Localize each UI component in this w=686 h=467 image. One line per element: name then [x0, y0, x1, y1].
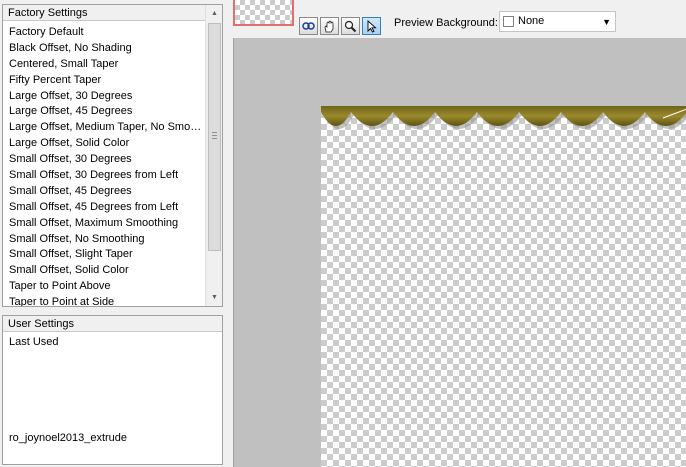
preset-item[interactable]: Large Offset, 45 Degrees — [3, 104, 206, 120]
preset-item-last-used[interactable]: Last Used — [3, 335, 222, 351]
user-settings-list[interactable]: User Settings Last Used ro_joynoel2013_e… — [2, 315, 223, 465]
preview-background-select[interactable]: None ▼ — [499, 11, 616, 32]
preview-canvas[interactable] — [321, 106, 686, 467]
magnifier-icon — [344, 20, 357, 32]
pan-button[interactable] — [320, 17, 339, 35]
ribbon-shape — [321, 106, 686, 126]
preset-item[interactable]: Centered, Small Taper — [3, 57, 206, 73]
preview-pane[interactable] — [233, 38, 686, 467]
presets-panel: Factory Settings Factory Default Black O… — [0, 0, 225, 467]
factory-list-scrollbar[interactable]: ▲ ▼ — [205, 5, 222, 306]
scroll-up-icon[interactable]: ▲ — [206, 5, 222, 22]
user-presets: Last Used — [3, 335, 222, 351]
preset-item[interactable]: Small Offset, 30 Degrees from Left — [3, 168, 206, 184]
select-button[interactable] — [362, 17, 381, 35]
zoom-fit-icon — [302, 22, 315, 30]
preset-item[interactable]: Taper to Point Above — [3, 279, 206, 295]
zoom-fit-button[interactable] — [299, 17, 318, 35]
preview-background-label: Preview Background: — [394, 17, 498, 29]
preset-item[interactable]: Small Offset, Solid Color — [3, 263, 206, 279]
factory-presets: Factory Default Black Offset, No Shading… — [3, 25, 206, 306]
factory-settings-header: Factory Settings — [3, 5, 206, 21]
user-preset-file[interactable]: ro_joynoel2013_extrude — [9, 432, 127, 444]
preview-toolbar: Preview Background: None ▼ — [233, 0, 686, 38]
preset-item[interactable]: Large Offset, Solid Color — [3, 136, 206, 152]
preset-item[interactable]: Small Offset, Slight Taper — [3, 247, 206, 263]
zoom-button[interactable] — [341, 17, 360, 35]
chevron-down-icon[interactable]: ▼ — [602, 17, 611, 27]
preset-item[interactable]: Fifty Percent Taper — [3, 73, 206, 89]
preset-item[interactable]: Small Offset, 45 Degrees from Left — [3, 200, 206, 216]
scroll-down-icon[interactable]: ▼ — [206, 289, 222, 306]
scalloped-ribbon — [321, 106, 686, 129]
scrollbar-thumb[interactable] — [208, 23, 221, 251]
preset-item[interactable]: Large Offset, 30 Degrees — [3, 89, 206, 105]
preset-item[interactable]: Taper to Point at Side — [3, 295, 206, 306]
preset-item[interactable]: Small Offset, 30 Degrees — [3, 152, 206, 168]
preset-item[interactable]: Small Offset, No Smoothing — [3, 232, 206, 248]
preset-item[interactable]: Factory Default — [3, 25, 206, 41]
user-settings-header: User Settings — [3, 316, 222, 332]
color-swatch-icon — [503, 16, 514, 27]
preset-item[interactable]: Small Offset, 45 Degrees — [3, 184, 206, 200]
preview-background-value: None — [518, 15, 545, 27]
arrow-pointer-icon — [367, 19, 377, 33]
factory-settings-list[interactable]: Factory Settings Factory Default Black O… — [2, 4, 223, 307]
preset-item[interactable]: Black Offset, No Shading — [3, 41, 206, 57]
grip-icon — [212, 132, 217, 139]
preset-item[interactable]: Large Offset, Medium Taper, No Smoothing — [3, 120, 206, 136]
navigator-thumbnail[interactable] — [233, 0, 294, 26]
preset-item[interactable]: Small Offset, Maximum Smoothing — [3, 216, 206, 232]
hand-icon — [324, 19, 334, 32]
